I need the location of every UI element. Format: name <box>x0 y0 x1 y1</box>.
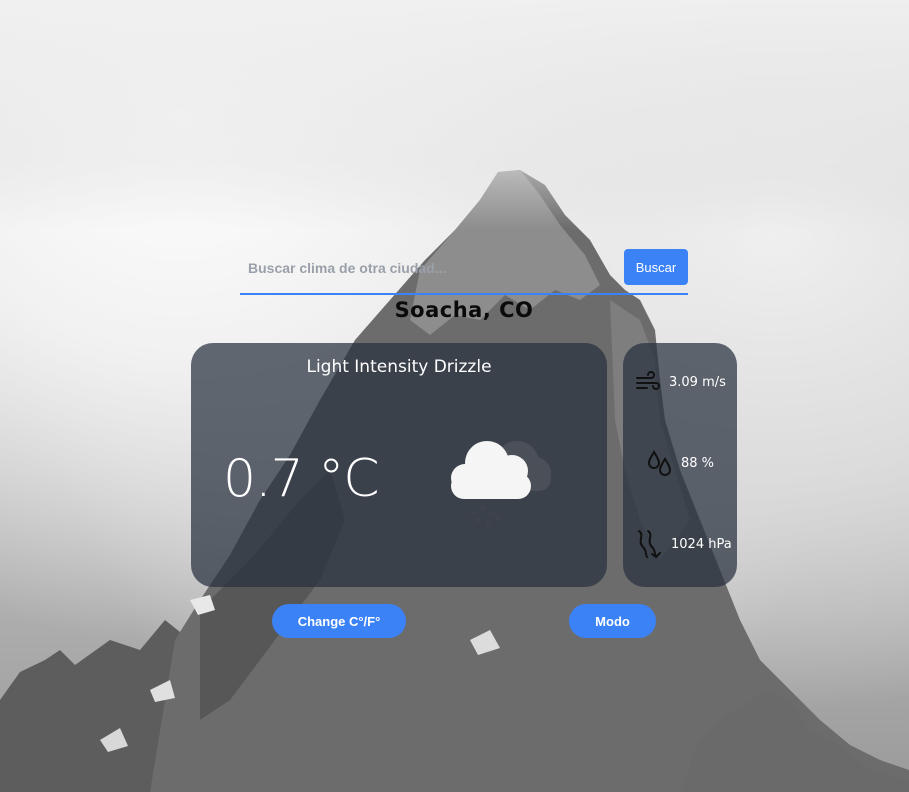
drizzle-cloud-icon <box>439 423 559 533</box>
pressure-stat: 1024 hPa <box>635 529 732 559</box>
humidity-stat: 88 % <box>647 449 714 477</box>
mode-button[interactable]: Modo <box>569 604 656 638</box>
wind-speed: 3.09 m/s <box>669 374 726 390</box>
wind-stat: 3.09 m/s <box>635 369 726 395</box>
temperature: 0.7 °C <box>223 449 380 509</box>
humidity-value: 88 % <box>681 455 715 471</box>
pressure-icon <box>635 529 663 559</box>
weather-description: Light Intensity Drizzle <box>306 357 492 377</box>
unit-toggle-button[interactable]: Change C°/F° <box>272 604 406 638</box>
weather-card: Light Intensity Drizzle 0.7 °C <box>191 343 607 587</box>
pressure-value: 1024 hPa <box>671 536 732 552</box>
wind-icon <box>635 369 661 395</box>
weather-stats-card: 3.09 m/s 88 % 1024 hPa <box>623 343 737 587</box>
humidity-drops-icon <box>647 449 673 477</box>
search-bar: Buscar <box>240 249 688 295</box>
city-name: Soacha, CO <box>394 298 534 322</box>
search-input[interactable] <box>240 249 615 287</box>
search-button[interactable]: Buscar <box>624 249 688 285</box>
